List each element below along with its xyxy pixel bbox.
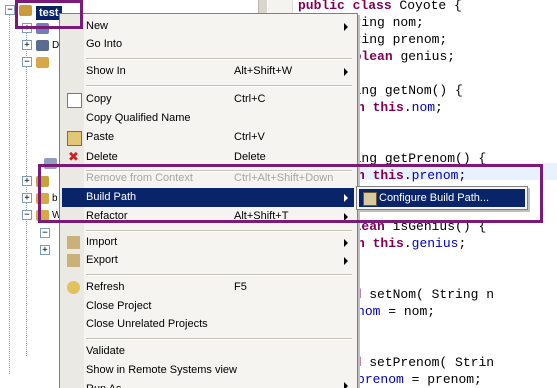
tree-row[interactable]: +: [0, 242, 60, 258]
code-text: Coyote {: [391, 0, 462, 13]
menu-item-go-into[interactable]: Go Into: [62, 35, 354, 54]
menu-item-close-unrelated-projects[interactable]: Close Unrelated Projects: [62, 315, 354, 334]
delete-icon: ✖: [68, 150, 79, 165]
package-folder-icon: [36, 57, 49, 68]
code-text: = nom;: [380, 304, 436, 319]
code-punctuation: .: [403, 100, 412, 115]
menu-item-label: Show In: [86, 65, 126, 77]
annotation-box-build-path: [38, 164, 543, 223]
copy-icon: [67, 93, 82, 108]
menu-item-close-project[interactable]: Close Project: [62, 297, 354, 316]
collapse-toggle[interactable]: −: [22, 210, 32, 220]
menu-item-label: Refresh: [86, 281, 125, 293]
submenu-arrow-icon: [344, 239, 348, 247]
code-text: setNom( String n: [361, 287, 495, 302]
menu-item-label: Show in Remote Systems view: [86, 364, 237, 376]
menu-item-show-in[interactable]: Show In Alt+Shift+W: [62, 62, 354, 81]
menu-item-paste[interactable]: Paste Ctrl+V: [62, 128, 354, 147]
menu-item-import[interactable]: Import: [62, 233, 354, 252]
menu-separator: [86, 58, 352, 60]
menu-shortcut: Ctrl+C: [234, 93, 266, 105]
menu-item-label: New: [86, 20, 109, 32]
code-field: nom: [357, 304, 381, 319]
menu-item-show-in-remote-systems-view[interactable]: Show in Remote Systems view: [62, 361, 354, 380]
code-field: genius: [411, 236, 459, 251]
submenu-arrow-icon: [344, 23, 348, 31]
menu-item-label: Validate: [86, 345, 125, 357]
tree-row[interactable]: −: [0, 54, 60, 70]
menu-item-label: Close Unrelated Projects: [86, 318, 208, 330]
expand-toggle[interactable]: +: [40, 245, 50, 255]
menu-item-label: Export: [86, 254, 118, 266]
collapse-toggle[interactable]: −: [40, 228, 50, 238]
expand-toggle[interactable]: +: [22, 40, 32, 50]
code-line[interactable]: public class Coyote {: [298, 0, 462, 14]
annotation-box-project: [15, 0, 83, 29]
menu-item-label: Close Project: [86, 300, 152, 312]
menu-separator: [86, 230, 352, 232]
jre-library-icon: [36, 40, 49, 51]
code-text: setPrenom( Strin: [361, 355, 495, 370]
menu-separator: [86, 85, 352, 87]
tree-row[interactable]: −: [0, 225, 60, 241]
code-punctuation: .: [403, 236, 412, 251]
code-text: = prenom;: [403, 372, 482, 387]
code-field: nom: [411, 100, 436, 115]
code-text: ;: [435, 100, 443, 115]
menu-item-copy-qualified-name[interactable]: Copy Qualified Name: [62, 109, 354, 128]
code-field: prenom: [357, 372, 404, 387]
expand-toggle[interactable]: +: [22, 193, 32, 203]
collapse-toggle[interactable]: −: [5, 5, 15, 15]
menu-shortcut: Ctrl+V: [234, 131, 265, 143]
menu-item-validate[interactable]: Validate: [62, 342, 354, 361]
tree-row[interactable]: + D: [0, 37, 60, 53]
expand-toggle[interactable]: +: [22, 176, 32, 186]
menu-item-export[interactable]: Export: [62, 251, 354, 270]
menu-item-label: Copy Qualified Name: [86, 112, 191, 124]
code-text: ;: [458, 236, 467, 251]
menu-separator: [86, 338, 352, 340]
menu-shortcut: Alt+Shift+W: [234, 65, 293, 77]
paste-icon: [67, 131, 82, 146]
menu-item-new[interactable]: New: [62, 17, 354, 36]
submenu-arrow-icon: [344, 257, 348, 265]
menu-item-label: Import: [86, 236, 118, 248]
menu-shortcut: F5: [234, 281, 247, 293]
code-text: genius;: [392, 49, 456, 64]
submenu-arrow-icon: [344, 68, 348, 76]
menu-item-refresh[interactable]: Refresh F5: [62, 278, 354, 297]
code-keyword: public class: [298, 0, 392, 13]
menu-item-copy[interactable]: Copy Ctrl+C: [62, 90, 354, 109]
menu-item-label: Copy: [86, 93, 112, 105]
collapse-toggle[interactable]: −: [22, 57, 32, 67]
export-icon: [67, 254, 80, 267]
import-icon: [67, 236, 80, 249]
menu-item-label: Go Into: [86, 38, 123, 50]
submenu-arrow-icon: [344, 382, 348, 388]
menu-separator: [86, 274, 352, 276]
refresh-icon: [67, 281, 80, 294]
menu-item-label: Paste: [86, 131, 115, 143]
